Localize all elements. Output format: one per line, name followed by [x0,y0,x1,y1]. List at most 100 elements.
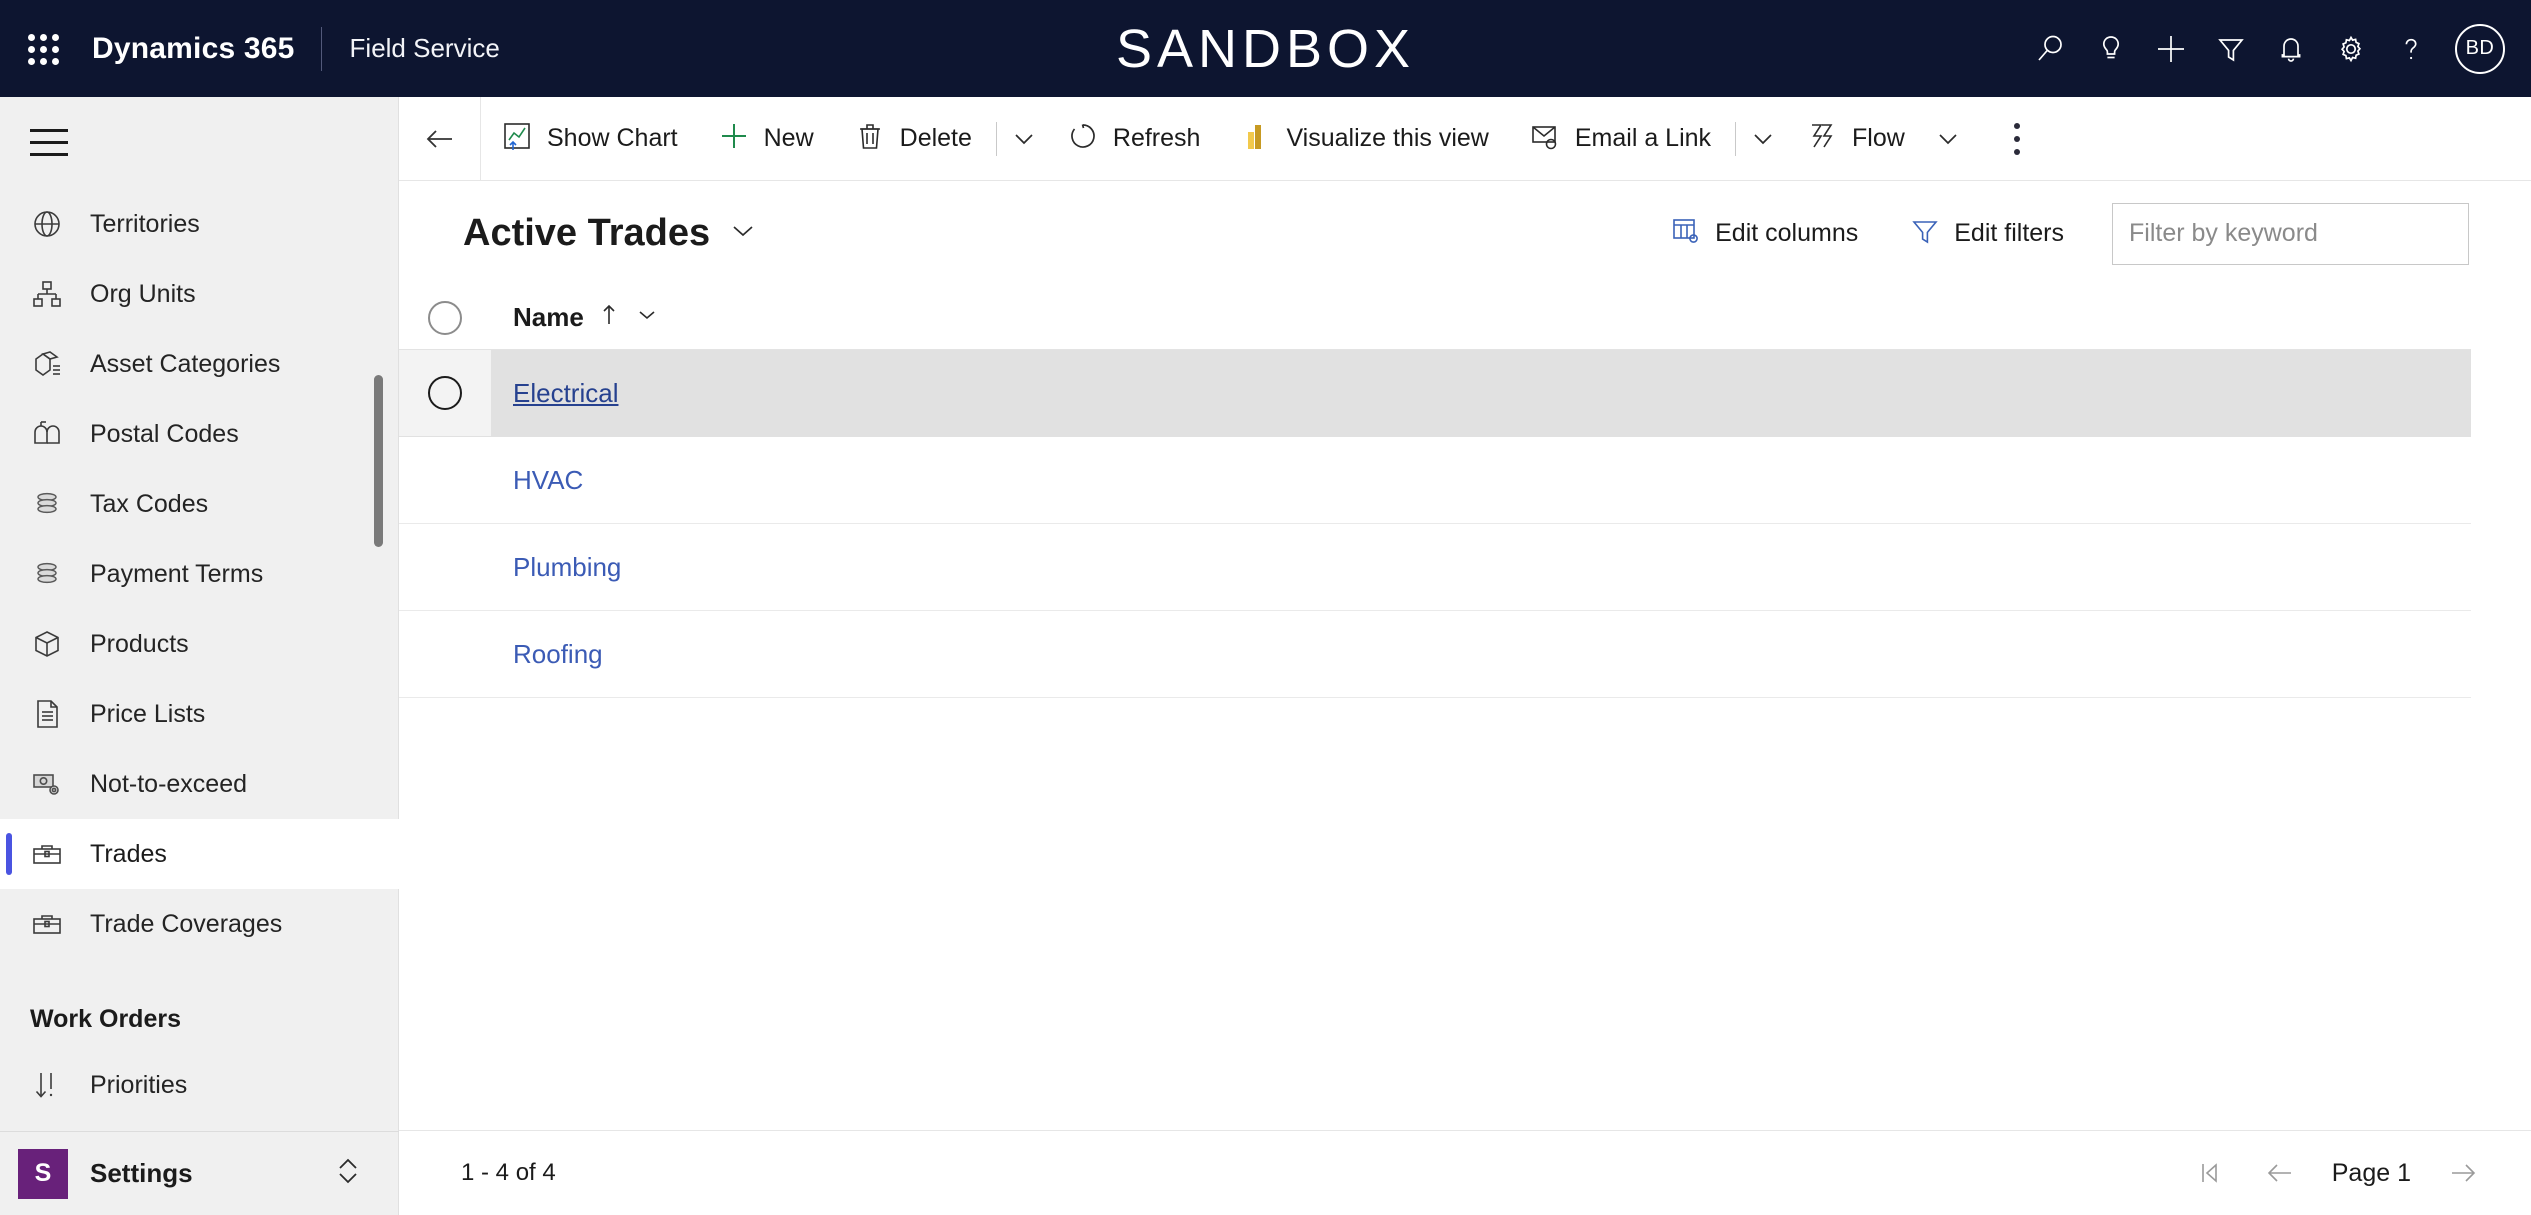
email-a-link-button[interactable]: Email a Link [1509,97,1731,181]
bell-icon[interactable] [2261,19,2321,79]
edit-filters-label: Edit filters [1954,219,2064,247]
row-select-checkbox[interactable] [399,524,491,610]
column-header-name[interactable]: Name [491,286,2471,349]
help-icon[interactable] [2381,19,2441,79]
visualize-icon [1240,120,1272,157]
brand-name[interactable]: Dynamics 365 [80,32,321,66]
sidebar-item-trades[interactable]: Trades [0,819,399,889]
asset-category-icon [26,343,68,385]
lightbulb-icon[interactable] [2081,19,2141,79]
app-launcher-icon[interactable] [24,30,62,68]
record-link[interactable]: Plumbing [513,552,621,583]
delete-button[interactable]: Delete [834,97,992,181]
table-row[interactable]: Plumbing [399,524,2471,611]
flow-icon [1806,120,1838,157]
record-link[interactable]: HVAC [513,465,583,496]
table-row[interactable]: HVAC [399,437,2471,524]
chevron-down-icon[interactable] [728,216,758,251]
sidebar-item-payment-terms[interactable]: Payment Terms [0,539,399,609]
refresh-button[interactable]: Refresh [1047,97,1221,181]
page-title: Active Trades [463,212,711,254]
previous-page-icon[interactable] [2248,1141,2312,1205]
settings-tile: S [18,1148,68,1199]
document-list-icon [26,693,68,735]
first-page-icon[interactable] [2178,1141,2242,1205]
edit-columns-icon [1671,216,1701,251]
sidebar-item-price-lists[interactable]: Price Lists [0,679,399,749]
sidebar-item-priorities[interactable]: Priorities [0,1050,399,1120]
app-module-name[interactable]: Field Service [322,33,500,64]
search-icon[interactable] [2021,19,2081,79]
email-a-link-label: Email a Link [1574,124,1712,152]
edit-columns-button[interactable]: Edit columns [1645,203,1884,265]
delete-label: Delete [899,124,972,152]
flow-caret-icon[interactable] [1925,97,1971,181]
money-gear-icon [26,763,68,805]
column-header-label: Name [513,302,584,332]
gear-icon[interactable] [2321,19,2381,79]
avatar[interactable]: BD [2455,23,2505,74]
sidebar-item-label: Postal Codes [90,419,239,448]
record-link[interactable]: Roofing [513,639,603,670]
sort-priority-icon [26,1064,68,1106]
sidebar-item-territories[interactable]: Territories [0,189,399,259]
sidebar-item-not-to-exceed[interactable]: Not-to-exceed [0,749,399,819]
settings-tile-initial: S [34,1159,52,1187]
table-row[interactable]: Electrical [399,350,2471,437]
sidebar: Territories Org Units Asset Categories P… [0,97,399,1215]
delete-caret-icon[interactable] [1001,97,1047,181]
view-tools: Edit columns Edit filters [1645,202,2469,265]
sitemap-nav: Territories Org Units Asset Categories P… [0,189,399,1159]
chevron-down-icon[interactable] [634,302,660,333]
flow-button[interactable]: Flow [1786,97,1925,181]
sidebar-scrollbar[interactable] [374,375,383,547]
edit-filters-button[interactable]: Edit filters [1884,203,2090,265]
record-count: 1 - 4 of 4 [461,1159,556,1186]
stacked-disks-icon [26,483,68,525]
row-name-cell: HVAC [491,437,2471,523]
hamburger-menu-icon[interactable] [12,105,86,179]
new-label: New [763,124,814,152]
visualize-this-view-button[interactable]: Visualize this view [1220,97,1508,181]
back-arrow-icon[interactable] [399,96,481,181]
row-select-checkbox[interactable] [399,611,491,697]
sidebar-item-postal-codes[interactable]: Postal Codes [0,399,399,469]
more-vertical-icon[interactable] [1987,97,2047,181]
record-link[interactable]: Electrical [513,378,618,409]
sidebar-item-tax-codes[interactable]: Tax Codes [0,469,399,539]
sidebar-item-products[interactable]: Products [0,609,399,679]
row-name-cell: Electrical [491,350,2471,436]
sidebar-item-label: Asset Categories [90,349,281,378]
next-page-icon[interactable] [2431,1141,2495,1205]
refresh-label: Refresh [1112,124,1201,152]
stacked-disks-icon [26,553,68,595]
row-select-checkbox[interactable] [399,437,491,523]
view-selector[interactable]: Active Trades [463,212,758,255]
toolbox-icon [26,833,68,875]
sidebar-item-label: Price Lists [90,699,206,728]
email-a-link-caret-icon[interactable] [1740,97,1786,181]
settings-label: Settings [90,1158,193,1188]
show-chart-label: Show Chart [547,124,678,152]
sidebar-item-label: Tax Codes [90,489,209,518]
sidebar-item-label: Payment Terms [90,559,264,588]
row-select-checkbox[interactable] [399,350,491,436]
avatar-initials: BD [2465,37,2495,59]
sidebar-item-org-units[interactable]: Org Units [0,259,399,329]
plus-icon[interactable] [2141,19,2201,79]
filter-icon[interactable] [2201,19,2261,79]
settings-area-switcher[interactable]: S Settings [0,1131,399,1215]
sidebar-item-asset-categories[interactable]: Asset Categories [0,329,399,399]
new-button[interactable]: New [698,97,834,181]
arrow-up-icon [596,302,622,333]
search-input[interactable] [2112,202,2469,265]
table-row[interactable]: Roofing [399,611,2471,698]
sidebar-item-label: Not-to-exceed [90,769,248,798]
sidebar-item-label: Org Units [90,279,196,308]
email-link-icon [1529,120,1561,157]
show-chart-button[interactable]: Show Chart [481,97,698,181]
page-indicator: Page 1 [2331,1158,2411,1187]
sidebar-item-label: Trade Coverages [90,909,283,938]
select-all-circle-icon[interactable] [399,286,491,349]
sidebar-item-trade-coverages[interactable]: Trade Coverages [0,889,399,959]
